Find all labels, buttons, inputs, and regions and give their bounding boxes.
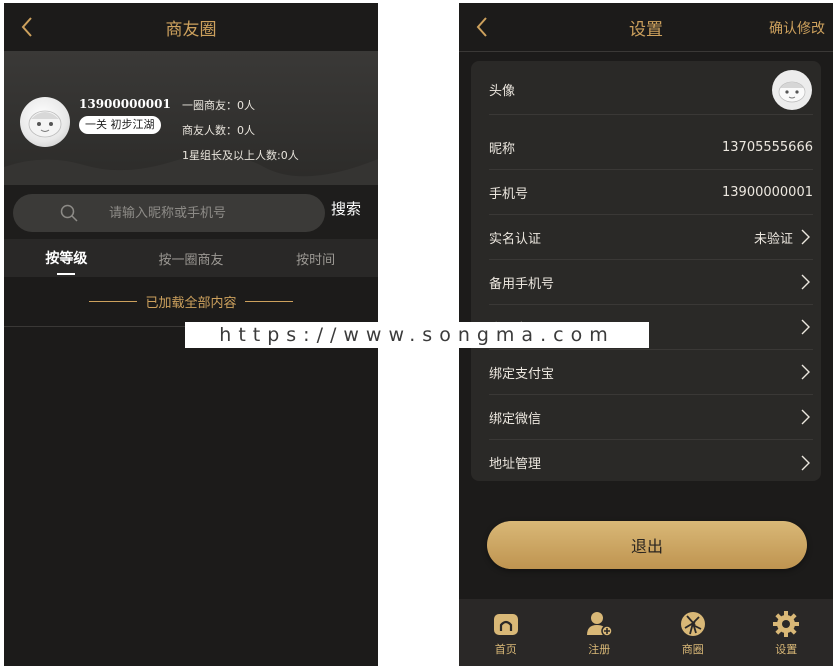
gear-icon — [773, 610, 800, 637]
page-title: 设置 — [629, 19, 663, 40]
chevron-right-icon — [801, 319, 810, 335]
row-label: 手机号 — [489, 186, 529, 202]
stat-first-circle: 一圈商友：0人 — [182, 99, 255, 112]
divider-line — [89, 301, 138, 302]
stat-friends-count: 商友人数：0人 — [182, 124, 255, 137]
bottom-tab-bar: 首页 注册 商圈 设置 — [459, 599, 833, 666]
row-label: 绑定微信 — [489, 411, 542, 427]
chevron-right-icon — [801, 409, 810, 425]
divider-line — [244, 301, 293, 302]
tabbar-label: 设置 — [775, 642, 798, 656]
avatar-face-icon — [28, 110, 62, 138]
chevron-right-icon — [801, 455, 810, 470]
search-icon — [60, 204, 78, 222]
nickname-value: 13705555666 — [722, 139, 813, 155]
search-box — [13, 194, 325, 232]
page-title: 商友圈 — [165, 19, 217, 40]
row-right: 13900000001 — [722, 185, 813, 200]
add-user-icon — [587, 611, 613, 637]
home-icon — [493, 613, 518, 635]
nav-divider — [459, 51, 833, 52]
row-right — [797, 273, 813, 291]
level-badge: 一关 初步江湖 — [79, 116, 161, 134]
chevron-right-icon — [801, 229, 810, 245]
row-phone[interactable]: 手机号 13900000001 — [489, 170, 813, 215]
row-bind-wechat[interactable]: 绑定微信 — [489, 395, 813, 440]
row-backup-phone[interactable]: 备用手机号 — [489, 260, 813, 305]
row-real-name-auth[interactable]: 实名认证 未验证 — [489, 215, 813, 260]
row-address-management[interactable]: 地址管理 — [489, 440, 813, 485]
watermark-banner: https://www.songma.com — [185, 322, 649, 348]
chevron-right-icon — [801, 274, 810, 290]
nav-bar: 商友圈 — [4, 3, 378, 51]
row-right — [771, 69, 813, 111]
tabbar-item-business-circle[interactable]: 商圈 — [646, 599, 740, 666]
stat-leaders-count: 1星组长及以上人数:0人 — [182, 149, 299, 162]
row-right — [797, 408, 813, 426]
avatar-icon — [772, 69, 812, 110]
tabbar-label: 首页 — [494, 642, 517, 656]
load-status: 已加载全部内容 — [4, 277, 378, 327]
row-label: 绑定支付宝 — [489, 366, 555, 382]
row-label: 备用手机号 — [489, 276, 555, 292]
nav-bar: 设置 确认修改 — [459, 3, 833, 51]
settings-card: 头像 昵称 13705555666 手机号 13900000001 实名认证 未… — [471, 61, 821, 481]
back-icon[interactable] — [469, 13, 497, 41]
tab-by-first-circle[interactable]: 按一圈商友 — [129, 239, 254, 277]
back-icon[interactable] — [14, 13, 42, 41]
tabbar-item-home[interactable]: 首页 — [459, 599, 553, 666]
tab-by-level[interactable]: 按等级 — [4, 239, 129, 277]
row-label: 头像 — [489, 84, 516, 99]
row-right: 未验证 — [754, 228, 813, 247]
row-label: 昵称 — [489, 141, 516, 157]
aperture-icon — [680, 611, 705, 636]
search-input[interactable] — [109, 194, 309, 232]
search-button[interactable]: 搜索 — [331, 198, 361, 219]
row-right: 13705555666 — [722, 140, 813, 155]
row-bind-alipay[interactable]: 绑定支付宝 — [489, 350, 813, 395]
row-avatar[interactable]: 头像 — [489, 65, 813, 115]
tabbar-label: 注册 — [588, 642, 611, 656]
sort-tabs: 按等级 按一圈商友 按时间 — [4, 239, 378, 277]
row-label: 地址管理 — [489, 457, 542, 472]
row-nickname[interactable]: 昵称 13705555666 — [489, 125, 813, 170]
row-right — [797, 454, 813, 472]
chevron-right-icon — [801, 364, 810, 380]
load-status-text: 已加载全部内容 — [145, 296, 237, 311]
row-right — [797, 363, 813, 381]
logout-button[interactable]: 退出 — [487, 521, 807, 569]
tabbar-item-settings[interactable]: 设置 — [740, 599, 834, 666]
tab-by-time[interactable]: 按时间 — [253, 239, 378, 277]
avatar[interactable] — [20, 97, 70, 147]
search-row: 搜索 — [4, 185, 378, 239]
row-right — [797, 318, 813, 336]
auth-status-value: 未验证 — [753, 231, 793, 247]
confirm-edit-button[interactable]: 确认修改 — [769, 18, 825, 38]
profile-card: 13900000001 一关 初步江湖 一圈商友：0人 商友人数：0人 1星组长… — [4, 51, 378, 185]
phone-value: 13900000001 — [722, 184, 813, 200]
tabbar-label: 商圈 — [681, 642, 704, 656]
profile-phone: 13900000001 — [79, 97, 171, 111]
row-label: 实名认证 — [489, 231, 542, 247]
tabbar-item-register[interactable]: 注册 — [553, 599, 647, 666]
